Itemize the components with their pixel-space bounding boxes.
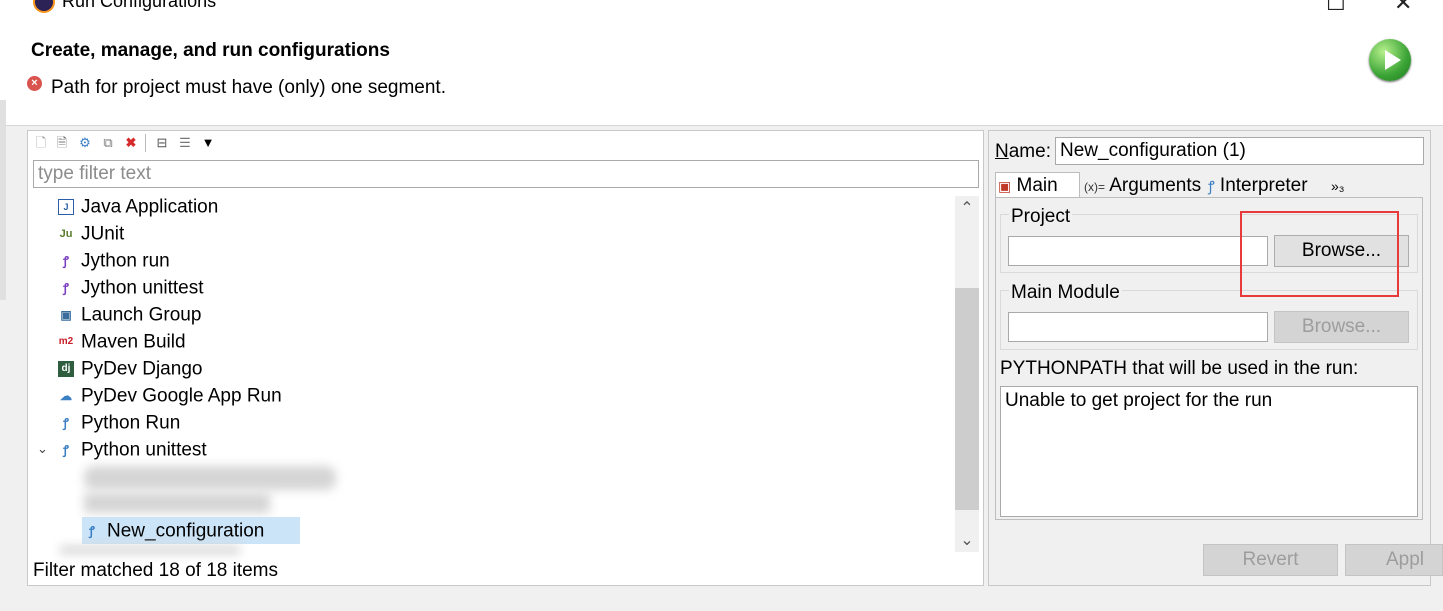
main-module-label: Main Module [1009, 282, 1122, 304]
main-tab-icon: ▣ [998, 178, 1012, 194]
tab-arguments[interactable]: (x)= Arguments [1084, 173, 1201, 199]
tab-label: Arguments [1109, 175, 1202, 196]
tree-item-label: Python unittest [81, 439, 207, 461]
tree-item-java-application[interactable]: J Java Application [58, 193, 218, 220]
window-title: Run Configurations [62, 0, 217, 11]
python-icon: ꝭ [1208, 178, 1215, 194]
export-config-icon[interactable]: ⚙ [77, 135, 93, 151]
tree-item-label: PyDev Google App Run [81, 385, 282, 407]
chevron-down-icon[interactable]: ▼ [200, 135, 216, 151]
apply-button[interactable]: Appl [1345, 544, 1443, 576]
new-prototype-icon[interactable]: 🗎 [54, 135, 70, 151]
filter-config-icon[interactable]: ☰ [177, 135, 193, 151]
tree-item-jython-run[interactable]: ꝭ Jython run [58, 247, 170, 274]
toolbar-separator [145, 134, 146, 152]
error-icon: × [27, 76, 42, 91]
tree-item-label: PyDev Django [81, 358, 203, 380]
blurred-tree-item[interactable] [84, 493, 270, 513]
tree-item-jython-unittest[interactable]: ꝭ Jython unittest [58, 274, 204, 301]
tree-item-label: Java Application [81, 196, 219, 218]
tree-item-python-unittest[interactable]: ꝭ Python unittest [58, 436, 207, 463]
maximize-icon[interactable]: ☐ [1326, 0, 1346, 16]
main-module-input[interactable] [1008, 312, 1268, 342]
new-config-icon[interactable]: 🗋 [33, 135, 49, 151]
tree-item-new-configuration[interactable]: ꝭ New_configuration [84, 517, 264, 544]
scroll-up-icon[interactable]: ⌃ [955, 198, 979, 218]
revert-button[interactable]: Revert [1203, 544, 1338, 576]
filter-input[interactable] [33, 160, 979, 188]
tree-item-label: Maven Build [81, 331, 186, 353]
python-unittest-icon: ꝭ [89, 523, 95, 538]
blurred-tree-item[interactable] [84, 466, 336, 490]
tree-item-label: Jython unittest [81, 277, 204, 299]
name-label-mnemonic: N [995, 141, 1009, 162]
error-message: Path for project must have (only) one se… [51, 77, 446, 98]
tree-item-pydev-django[interactable]: dj PyDev Django [58, 355, 202, 382]
filter-status: Filter matched 18 of 18 items [33, 560, 278, 581]
python-unittest-icon: ꝭ [63, 442, 69, 457]
maven-icon: m2 [58, 335, 74, 347]
collapse-all-icon[interactable]: ⊟ [154, 135, 170, 151]
tree-item-label: JUnit [81, 223, 125, 245]
tree-item-pydev-google-app-run[interactable]: ☁ PyDev Google App Run [58, 382, 282, 409]
duplicate-config-icon[interactable]: ⧉ [100, 135, 116, 151]
google-app-icon: ☁ [60, 388, 72, 403]
python-run-icon: ꝭ [63, 415, 69, 430]
pythonpath-label: PYTHONPATH that will be used in the run: [1000, 358, 1359, 379]
tab-main-content[interactable]: ▣ Main [998, 173, 1058, 199]
eclipse-logo-icon [33, 0, 55, 13]
django-icon: dj [58, 360, 74, 377]
java-app-icon: J [58, 198, 74, 215]
run-banner-icon [1369, 39, 1411, 81]
pythonpath-textarea[interactable]: Unable to get project for the run [1000, 386, 1418, 517]
dialog-title: Create, manage, and run configurations [31, 40, 390, 61]
name-label-rest: ame: [1008, 141, 1051, 162]
close-icon[interactable]: ✕ [1394, 0, 1412, 16]
title-bar: Run Configurations ☐ ✕ [0, 0, 1443, 32]
window-edge [0, 100, 6, 300]
tree-item-label: Launch Group [81, 304, 202, 326]
project-input[interactable] [1008, 236, 1268, 266]
tab-interpreter[interactable]: ꝭ Interpreter [1208, 173, 1308, 199]
name-label: Name: [995, 141, 1051, 163]
delete-config-icon[interactable]: ✖ [123, 135, 139, 151]
tree-item-label: Jython run [81, 250, 170, 272]
tree-item-maven-build[interactable]: m2 Maven Build [58, 328, 186, 355]
scrollbar-thumb[interactable] [955, 288, 979, 510]
jython-run-icon: ꝭ [63, 253, 69, 268]
tab-label: Main [1016, 175, 1058, 196]
tree-item-label: Python Run [81, 412, 181, 434]
junit-icon: Ju [59, 227, 73, 240]
tab-label: Interpreter [1219, 175, 1308, 196]
blurred-tree-item[interactable] [60, 546, 240, 554]
name-input[interactable]: New_configuration (1) [1055, 137, 1424, 165]
tree-item-launch-group[interactable]: ▣ Launch Group [58, 301, 201, 328]
annotation-highlight-box [1240, 211, 1399, 297]
tree-item-label: New_configuration [107, 520, 265, 542]
project-label: Project [1009, 206, 1073, 228]
launch-group-icon: ▣ [60, 307, 72, 322]
tree-item-junit[interactable]: Ju JUnit [58, 220, 125, 247]
tab-overflow[interactable]: »₃ [1331, 173, 1345, 199]
arguments-tab-icon: (x)= [1084, 180, 1105, 194]
tree-item-python-run[interactable]: ꝭ Python Run [58, 409, 180, 436]
jython-unittest-icon: ꝭ [63, 280, 69, 295]
main-module-browse-button[interactable]: Browse... [1274, 311, 1409, 343]
scroll-down-icon[interactable]: ⌄ [955, 530, 979, 550]
chevron-down-icon[interactable]: ⌄ [37, 441, 48, 457]
